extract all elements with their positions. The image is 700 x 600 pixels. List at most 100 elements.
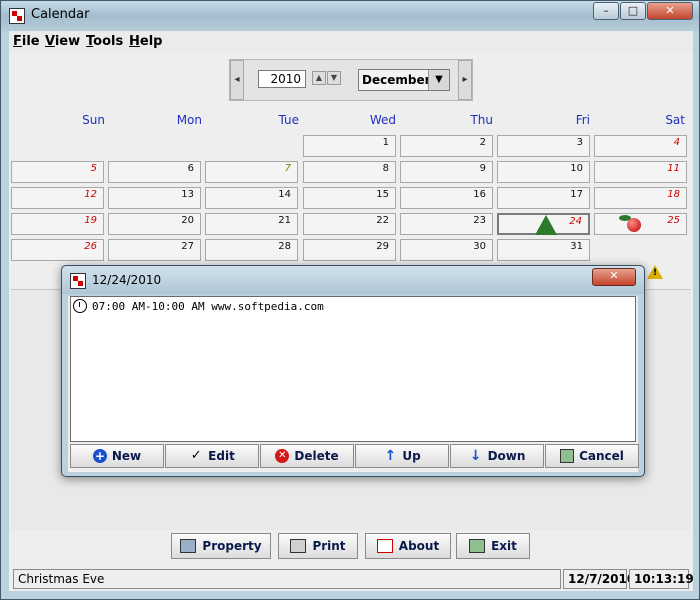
year-input[interactable]: 2010	[258, 70, 306, 88]
month-select[interactable]: December ▼	[358, 69, 450, 91]
dialog-titlebar[interactable]: 12/24/2010 ✕	[62, 266, 644, 294]
day-cell[interactable]: 25	[594, 213, 687, 235]
down-button[interactable]: ↓ Down	[450, 444, 544, 468]
window-titlebar[interactable]: Calendar – □ ✕	[1, 1, 699, 31]
day-cell[interactable]: 30	[400, 239, 493, 261]
arrow-down-icon: ↓	[469, 447, 482, 464]
new-button[interactable]: + New	[70, 444, 164, 468]
property-button[interactable]: Property	[171, 533, 271, 559]
day-cell[interactable]: 31	[497, 239, 590, 261]
day-cell[interactable]: 9	[400, 161, 493, 183]
weekday-header-tue: Tue	[278, 113, 300, 127]
day-cell[interactable]: 4	[594, 135, 687, 157]
about-button[interactable]: About	[365, 533, 451, 559]
exit-door-icon	[560, 448, 575, 463]
cancel-button[interactable]: Cancel	[545, 444, 639, 468]
day-cell[interactable]: 10	[497, 161, 590, 183]
prev-month-button[interactable]: ◂	[230, 60, 244, 100]
print-label: Print	[312, 539, 346, 553]
dialog-title: 12/24/2010	[92, 273, 162, 287]
exit-door-icon	[469, 538, 486, 553]
event-dialog: 12/24/2010 ✕ 07:00 AM-10:00 AM www.softp…	[61, 265, 645, 477]
dialog-close-button[interactable]: ✕	[592, 268, 636, 286]
weekday-header-sat: Sat	[665, 113, 685, 127]
weekday-header-wed: Wed	[369, 113, 396, 127]
day-cell[interactable]: 23	[400, 213, 493, 235]
menu-bar: File View Tools Help	[9, 31, 693, 53]
month-select-value: December	[362, 73, 431, 87]
status-time: 10:13:19	[629, 569, 694, 589]
property-label: Property	[202, 539, 262, 553]
day-cell[interactable]: 1	[303, 135, 396, 157]
day-cell-selected[interactable]: 24	[497, 213, 590, 235]
plus-icon: +	[92, 448, 107, 463]
calendar-app-icon	[9, 8, 25, 24]
maximize-button[interactable]: □	[620, 2, 646, 20]
day-cell[interactable]: 26	[11, 239, 104, 261]
calendar-app-icon	[70, 273, 86, 289]
day-cell[interactable]: 18	[594, 187, 687, 209]
day-cell[interactable]: 6	[108, 161, 201, 183]
exit-button[interactable]: Exit	[456, 533, 530, 559]
christmas-tree-icon	[535, 215, 557, 235]
day-cell[interactable]: 20	[108, 213, 201, 235]
menu-help[interactable]: Help	[129, 34, 162, 49]
printer-icon	[290, 538, 307, 553]
menu-view[interactable]: View	[45, 34, 80, 49]
weekday-header-thu: Thu	[470, 113, 493, 127]
day-cell[interactable]: 5	[11, 161, 104, 183]
day-cell-label: 25	[667, 215, 680, 226]
month-navigator: ◂ 2010 ▲ ▼ December ▼ ▸	[229, 59, 473, 101]
day-cell[interactable]: 17	[497, 187, 590, 209]
menu-tools[interactable]: Tools	[86, 34, 123, 49]
status-holiday: Christmas Eve	[13, 569, 561, 589]
edit-label: Edit	[208, 449, 235, 463]
warning-mark: !	[653, 268, 658, 278]
day-cell[interactable]: 16	[400, 187, 493, 209]
calendar-app-icon	[376, 538, 393, 553]
about-label: About	[398, 539, 440, 553]
menu-file[interactable]: File	[13, 34, 40, 49]
check-icon: ✓	[190, 447, 202, 463]
chevron-down-icon[interactable]: ▼	[428, 70, 449, 90]
day-cell[interactable]: 22	[303, 213, 396, 235]
day-cell[interactable]: 13	[108, 187, 201, 209]
day-cell[interactable]: 21	[205, 213, 298, 235]
next-month-button[interactable]: ▸	[458, 60, 472, 100]
day-cell[interactable]: 7	[205, 161, 298, 183]
delete-label: Delete	[294, 449, 339, 463]
day-cell[interactable]: 14	[205, 187, 298, 209]
down-label: Down	[487, 449, 526, 463]
exit-label: Exit	[491, 539, 517, 553]
weekday-header-fri: Fri	[575, 113, 590, 127]
minimize-button[interactable]: –	[593, 2, 619, 20]
delete-icon: ✕	[275, 448, 290, 463]
edit-button[interactable]: ✓ Edit	[165, 444, 259, 468]
delete-button[interactable]: ✕ Delete	[260, 444, 354, 468]
dialog-body: 07:00 AM-10:00 AM www.softpedia.com + New…	[68, 296, 639, 472]
day-cell[interactable]: 19	[11, 213, 104, 235]
day-cell[interactable]: 29	[303, 239, 396, 261]
list-item[interactable]: 07:00 AM-10:00 AM www.softpedia.com	[73, 299, 324, 315]
print-button[interactable]: Print	[278, 533, 358, 559]
day-cell[interactable]: 12	[11, 187, 104, 209]
year-up-button[interactable]: ▲	[312, 71, 326, 85]
weekday-header-mon: Mon	[176, 113, 202, 127]
day-cell[interactable]: 8	[303, 161, 396, 183]
clock-icon	[73, 299, 87, 313]
up-button[interactable]: ↑ Up	[355, 444, 449, 468]
day-cell[interactable]: 27	[108, 239, 201, 261]
property-icon	[180, 538, 197, 553]
weekday-header-sun: Sun	[82, 113, 105, 127]
calendar-window: Calendar – □ ✕ File View Tools Help ◂ 20…	[0, 0, 700, 600]
year-down-button[interactable]: ▼	[327, 71, 341, 85]
day-cell[interactable]: 28	[205, 239, 298, 261]
event-text: 07:00 AM-10:00 AM www.softpedia.com	[92, 300, 324, 313]
day-cell[interactable]: 11	[594, 161, 687, 183]
day-cell[interactable]: 15	[303, 187, 396, 209]
event-list[interactable]: 07:00 AM-10:00 AM www.softpedia.com	[70, 296, 636, 442]
cancel-label: Cancel	[579, 449, 624, 463]
day-cell[interactable]: 3	[497, 135, 590, 157]
close-button[interactable]: ✕	[647, 2, 693, 20]
day-cell[interactable]: 2	[400, 135, 493, 157]
